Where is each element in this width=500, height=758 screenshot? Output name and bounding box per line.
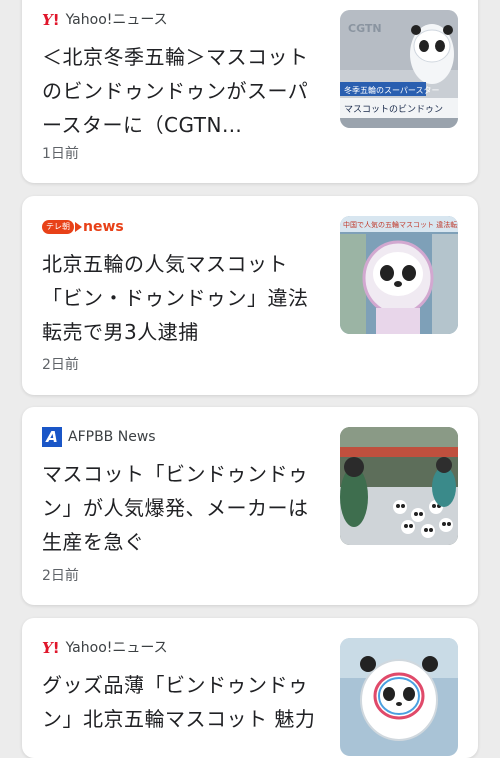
news-card[interactable]: Y! Yahoo!ニュース ＜北京冬季五輪＞マスコット のビンドゥンドゥンがスー… [22, 0, 478, 183]
tv-asahi-logo: テレ朝 news [42, 219, 124, 235]
thumb-logo-text: CGTN [348, 22, 382, 35]
source-name: Yahoo!ニュース [65, 12, 168, 28]
article-date: 2日前 [42, 568, 79, 584]
article-title[interactable]: 北京五輪の人気マスコット 「ビン・ドゥンドゥン」違法 転売で男3人逮捕 [42, 247, 322, 349]
article-thumbnail[interactable] [340, 427, 458, 545]
yahoo-logo: Y! [42, 10, 60, 29]
thumb-banner-text: 冬季五輪のスーパースター [344, 85, 440, 95]
afpbb-logo: A [42, 427, 62, 447]
news-card[interactable]: テレ朝 news 北京五輪の人気マスコット 「ビン・ドゥンドゥン」違法 転売で男… [22, 196, 478, 395]
article-date: 1日前 [42, 146, 79, 162]
article-title[interactable]: マスコット「ビンドゥンドゥ ン」が人気爆発、メーカーは 生産を急ぐ [42, 457, 322, 559]
thumb-banner-text: 中国で人気の五輪マスコット 違法転売 [343, 220, 458, 229]
article-title[interactable]: ＜北京冬季五輪＞マスコット のビンドゥンドゥンがスーパ ースターに（CGTN… [42, 40, 322, 142]
yahoo-logo: Y! [42, 638, 60, 657]
source-row: A AFPBB News [42, 426, 156, 448]
source-row: Y! Yahoo!ニュース [42, 636, 168, 658]
source-name: Yahoo!ニュース [65, 640, 168, 656]
article-date: 2日前 [42, 357, 79, 373]
source-row: Y! Yahoo!ニュース [42, 8, 168, 30]
source-name: AFPBB News [68, 429, 156, 445]
source-row: テレ朝 news [42, 216, 124, 238]
article-thumbnail[interactable]: CGTN 冬季五輪のスーパースター マスコットのビンドゥン [340, 10, 458, 128]
article-title[interactable]: グッズ品薄「ビンドゥンドゥ ン」北京五輪マスコット 魅力 [42, 668, 322, 736]
thumb-caption-text: マスコットのビンドゥン [344, 104, 443, 115]
article-thumbnail[interactable] [340, 638, 458, 756]
article-thumbnail[interactable]: 中国で人気の五輪マスコット 違法転売 [340, 216, 458, 334]
news-card[interactable]: A AFPBB News マスコット「ビンドゥンドゥ ン」が人気爆発、メーカーは… [22, 407, 478, 605]
news-feed: Y! Yahoo!ニュース ＜北京冬季五輪＞マスコット のビンドゥンドゥンがスー… [0, 0, 500, 758]
news-card[interactable]: Y! Yahoo!ニュース グッズ品薄「ビンドゥンドゥ ン」北京五輪マスコット … [22, 618, 478, 758]
